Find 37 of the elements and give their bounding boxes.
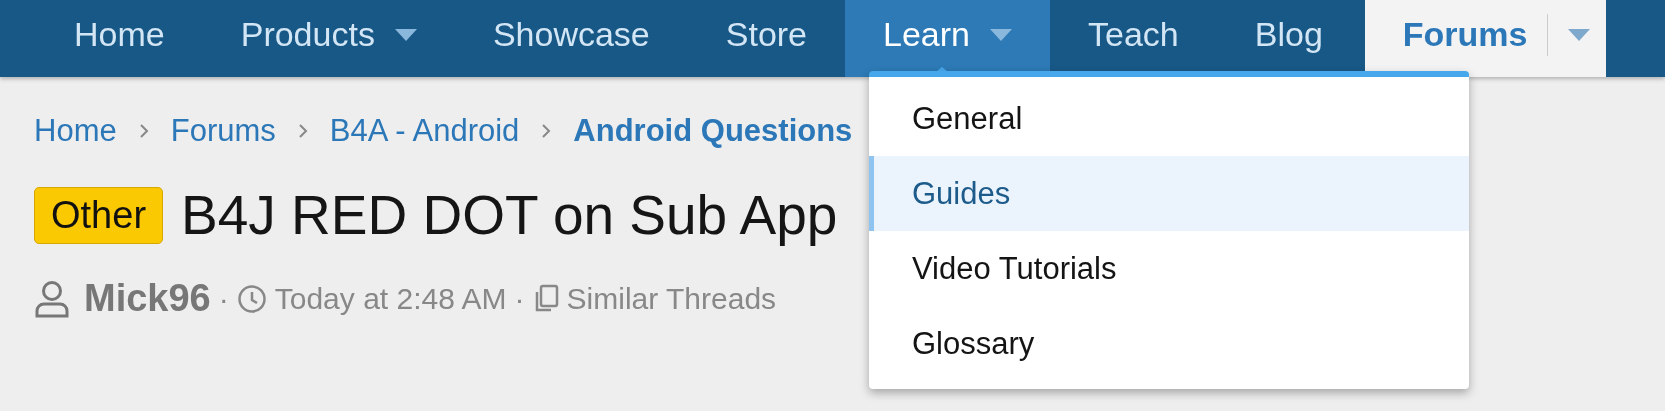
menu-item[interactable]: Guides [869, 156, 1469, 231]
nav-label: Showcase [492, 15, 650, 54]
breadcrumb-link[interactable]: Android Questions [573, 113, 853, 149]
breadcrumb-link[interactable]: Home [34, 113, 117, 149]
nav-label: Learn [883, 15, 970, 54]
caret-icon[interactable] [1568, 28, 1591, 41]
chevron-icon [138, 123, 149, 139]
menu-item[interactable]: Glossary [869, 306, 1469, 381]
chevron-icon [297, 123, 308, 139]
thread-title: B4J RED DOT on Sub App [181, 183, 838, 247]
separator-dot: · [514, 281, 525, 316]
nav-label: Store [725, 15, 808, 54]
nav-label: Forums [1402, 15, 1528, 54]
separator-dot: · [218, 281, 229, 316]
breadcrumb-link[interactable]: B4A - Android [329, 113, 520, 149]
nav-tab[interactable]: Home [36, 0, 203, 77]
menu-item[interactable]: General [869, 81, 1469, 156]
prefix-label: Other [34, 186, 164, 244]
menu-item[interactable]: Video Tutorials [869, 231, 1469, 306]
author-link[interactable]: Mick96 [84, 277, 211, 320]
caret-icon[interactable] [990, 28, 1012, 41]
user-icon [34, 279, 70, 318]
chevron-icon [541, 123, 552, 139]
nav-label: Home [74, 15, 165, 54]
nav-label: Teach [1088, 15, 1179, 54]
similar-threads-link[interactable]: Similar Threads [566, 281, 777, 316]
post-time: Today at 2:48 AM [274, 281, 507, 316]
nav-tab[interactable]: Learn [845, 0, 1050, 77]
nav-label: Products [240, 15, 375, 54]
nav-tab[interactable]: Forums [1364, 0, 1607, 77]
nav-tab[interactable]: Showcase [454, 0, 688, 77]
clock-icon [236, 283, 267, 314]
nav-tab[interactable]: Products [202, 0, 455, 77]
breadcrumb-link[interactable]: Forums [170, 113, 276, 149]
caret-icon[interactable] [394, 28, 417, 41]
nav-label: Blog [1254, 15, 1323, 54]
nav-tab[interactable]: Store [687, 0, 846, 77]
